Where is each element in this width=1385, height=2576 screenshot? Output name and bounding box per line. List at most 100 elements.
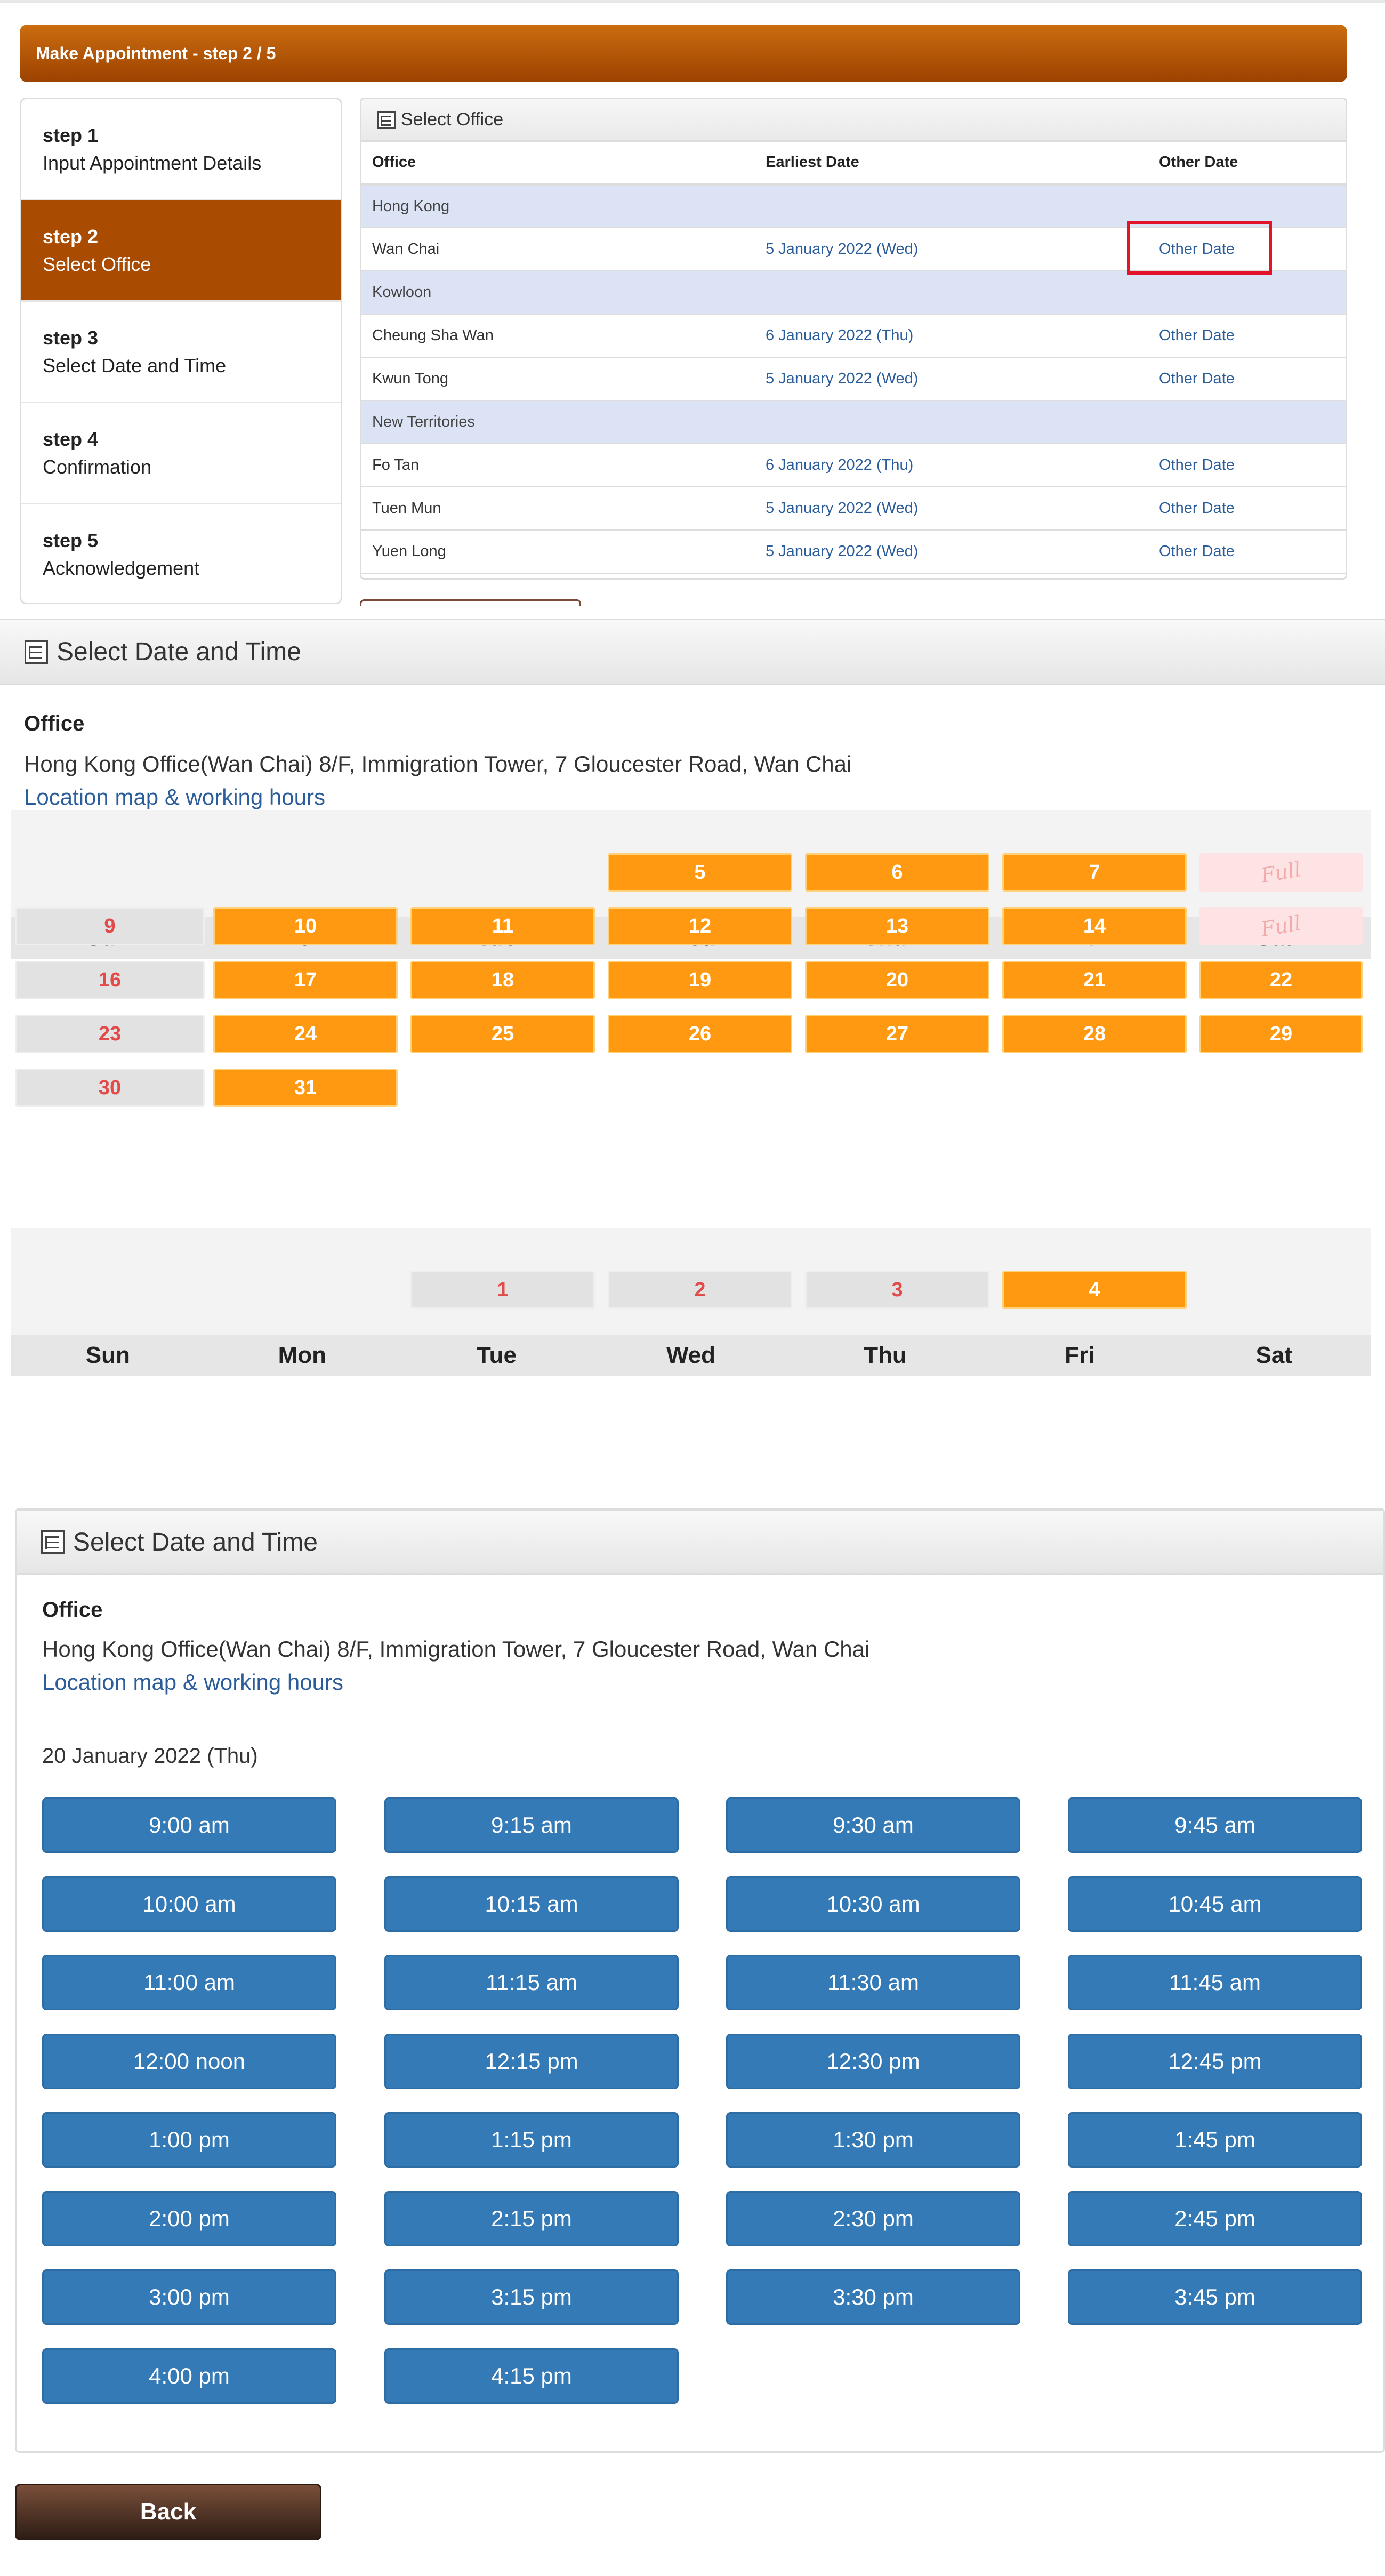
earliest-date-link[interactable]: 5 January 2022 (Wed): [755, 228, 1148, 271]
weekday-label: Mon: [278, 1342, 327, 1368]
calendar-day-available[interactable]: 25: [410, 1015, 595, 1053]
other-date-link[interactable]: Other Date: [1148, 228, 1346, 271]
select-time-title: Select Date and Time: [73, 1528, 318, 1556]
time-slot-button[interactable]: 10:45 am: [1068, 1876, 1362, 1932]
calendar-day-available[interactable]: 31: [213, 1069, 398, 1107]
office-name: Yuen Long: [361, 530, 755, 574]
day-label: 14: [1083, 914, 1106, 937]
other-date-link[interactable]: Other Date: [1148, 530, 1346, 574]
calendar-day-available[interactable]: 11: [410, 907, 595, 945]
calendar-day-available[interactable]: 5: [608, 853, 792, 892]
day-label: 5: [694, 861, 706, 884]
time-slot-button[interactable]: 9:30 am: [726, 1797, 1020, 1853]
weekday-label: Tue: [476, 1342, 517, 1368]
time-slot-button[interactable]: 2:45 pm: [1068, 2190, 1362, 2246]
time-slot-button[interactable]: 1:15 pm: [384, 2112, 679, 2168]
earliest-date-link[interactable]: 6 January 2022 (Thu): [755, 314, 1148, 358]
location-map-link[interactable]: Location map & working hours: [42, 1670, 1383, 1703]
weekday-label: Wed: [666, 1342, 716, 1368]
time-slot-button[interactable]: 12:30 pm: [726, 2033, 1020, 2089]
time-slot-button[interactable]: 1:00 pm: [42, 2112, 336, 2168]
weekday-row: Sun Mon Tue Wed Thu Fri Sat: [11, 1335, 1371, 1376]
time-slot-button[interactable]: 2:15 pm: [384, 2190, 679, 2246]
select-office-header: Select Office: [361, 99, 1346, 142]
time-slot-button[interactable]: 12:00 noon: [42, 2033, 336, 2089]
col-earliest-date: Earliest Date: [755, 142, 1148, 186]
region-row: Hong Kong: [361, 184, 1346, 228]
back-button[interactable]: Back: [15, 2484, 321, 2540]
earliest-date-link[interactable]: 5 January 2022 (Wed): [755, 357, 1148, 401]
calendar-day-available[interactable]: 7: [1002, 853, 1187, 892]
time-slot-button[interactable]: 4:15 pm: [384, 2348, 679, 2404]
time-slot-button[interactable]: 11:15 am: [384, 1955, 679, 2010]
time-slot-button[interactable]: 3:15 pm: [384, 2269, 679, 2325]
time-slot-button[interactable]: 9:15 am: [384, 1797, 679, 1853]
time-slot-button[interactable]: 10:00 am: [42, 1876, 336, 1932]
day-label: 17: [294, 968, 317, 991]
calendar-day-available[interactable]: 28: [1002, 1015, 1187, 1053]
day-label: 23: [98, 1022, 122, 1045]
calendar-day-available[interactable]: 17: [213, 961, 398, 999]
list-icon: [41, 1530, 65, 1554]
office-row: Cheung Sha Wan 6 January 2022 (Thu) Other …: [361, 314, 1346, 358]
calendar-day-available[interactable]: 12: [608, 907, 792, 945]
region-name: Hong Kong: [361, 184, 1346, 228]
time-slot-button[interactable]: 3:30 pm: [726, 2269, 1020, 2325]
other-date-link[interactable]: Other Date: [1148, 444, 1346, 487]
day-label: Full: [1259, 911, 1303, 942]
calendar-day-available[interactable]: 22: [1199, 961, 1363, 999]
calendar-day-available[interactable]: 10: [213, 907, 398, 945]
calendar-day-available[interactable]: 6: [805, 853, 989, 892]
select-time-header: Select Date and Time: [17, 1510, 1383, 1575]
step-5: step 5 Acknowledgement: [21, 504, 341, 603]
time-slot-button[interactable]: 9:00 am: [42, 1797, 336, 1853]
step-label: Acknowledgement: [43, 557, 200, 579]
weekday-label: Thu: [864, 1342, 907, 1368]
day-label: 31: [294, 1076, 317, 1099]
calendar-day-available[interactable]: 21: [1002, 961, 1187, 999]
time-slot-button[interactable]: 12:45 pm: [1068, 2033, 1362, 2089]
time-slot-button[interactable]: 10:15 am: [384, 1876, 679, 1932]
list-icon: [377, 110, 396, 129]
day-label: 10: [294, 914, 317, 937]
time-slot-button[interactable]: 3:00 pm: [42, 2269, 336, 2325]
calendar-day-available[interactable]: 14: [1002, 907, 1187, 945]
time-slot-button[interactable]: 11:30 am: [726, 1955, 1020, 2010]
calendar-day-available[interactable]: 20: [805, 961, 989, 999]
select-office-panel: Select Office Office Earliest Date Other…: [360, 98, 1347, 580]
step-3: step 3 Select Date and Time: [21, 302, 341, 403]
calendar-day-available[interactable]: 18: [410, 961, 595, 999]
calendar-day-available[interactable]: 24: [213, 1015, 398, 1053]
time-slot-button[interactable]: 2:00 pm: [42, 2190, 336, 2246]
day-label: 6: [891, 861, 903, 884]
time-slot-button[interactable]: 4:00 pm: [42, 2348, 336, 2404]
step-number: step 2: [43, 226, 99, 247]
time-slot-button[interactable]: 1:45 pm: [1068, 2112, 1362, 2168]
step-number: step 3: [43, 327, 99, 349]
calendar-day-available[interactable]: 29: [1199, 1015, 1363, 1053]
other-date-link[interactable]: Other Date: [1148, 357, 1346, 401]
top-border: [0, 0, 1385, 3]
time-slot-button[interactable]: 11:00 am: [42, 1955, 336, 2010]
time-slot-button[interactable]: 1:30 pm: [726, 2112, 1020, 2168]
earliest-date-link[interactable]: 5 January 2022 (Wed): [755, 530, 1148, 574]
calendar-day-available[interactable]: 27: [805, 1015, 989, 1053]
other-date-link[interactable]: Other Date: [1148, 314, 1346, 358]
time-slot-button[interactable]: 9:45 am: [1068, 1797, 1362, 1853]
partial-button-edge: [360, 599, 581, 606]
calendar-day-available[interactable]: 19: [608, 961, 792, 999]
earliest-date-link[interactable]: 5 January 2022 (Wed): [755, 487, 1148, 531]
time-slot-button[interactable]: 10:30 am: [726, 1876, 1020, 1932]
office-label: Office: [42, 1598, 103, 1622]
time-slot-button[interactable]: 2:30 pm: [726, 2190, 1020, 2246]
time-slot-button[interactable]: 12:15 pm: [384, 2033, 679, 2089]
calendar-day-available[interactable]: 13: [805, 907, 989, 945]
other-date-link[interactable]: Other Date: [1148, 487, 1346, 531]
calendar-day-available[interactable]: 4: [1002, 1271, 1187, 1309]
time-slot-button[interactable]: 11:45 am: [1068, 1955, 1362, 2010]
time-slot-button[interactable]: 3:45 pm: [1068, 2269, 1362, 2325]
earliest-date-link[interactable]: 6 January 2022 (Thu): [755, 444, 1148, 487]
calendar-day-available[interactable]: 26: [608, 1015, 792, 1053]
calendar-day-full: Full: [1199, 907, 1363, 945]
step-4: step 4 Confirmation: [21, 403, 341, 504]
